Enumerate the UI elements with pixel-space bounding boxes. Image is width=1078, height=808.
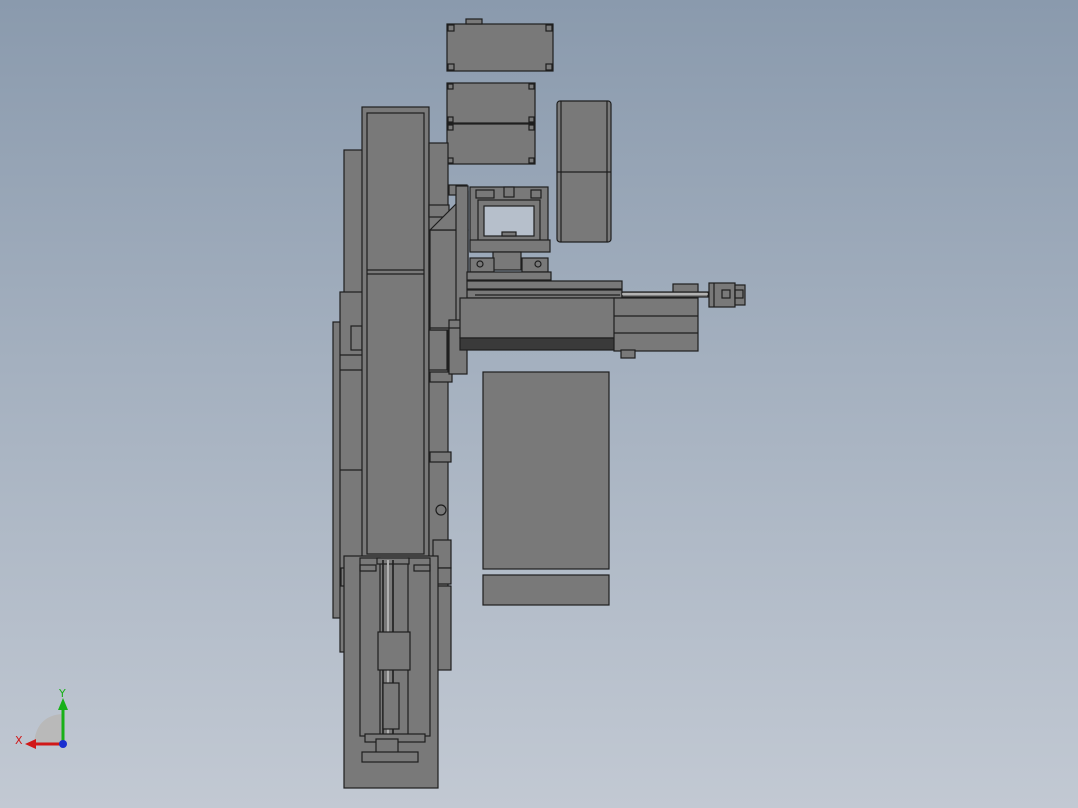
x-axis-arrowhead	[25, 739, 36, 749]
top-box-large[interactable]	[446, 18, 554, 72]
right-cabinet[interactable]	[556, 100, 612, 243]
horizontal-slide[interactable]	[459, 271, 709, 359]
top-box-lower[interactable]	[446, 123, 536, 165]
lower-panel-small[interactable]	[482, 574, 610, 606]
y-axis-label: Y	[58, 687, 66, 700]
cad-graphics-viewport[interactable]: Y X	[0, 0, 1078, 808]
slide-motor[interactable]	[708, 282, 746, 308]
bottom-base[interactable]	[343, 555, 439, 789]
top-box-middle[interactable]	[446, 82, 536, 124]
x-axis-label: X	[15, 734, 23, 747]
triad-plane-shading	[34, 714, 62, 744]
z-axis-dot	[59, 740, 67, 748]
orientation-triad: Y X	[15, 687, 68, 749]
main-vertical-column[interactable]	[361, 106, 430, 560]
head-frame[interactable]	[469, 186, 551, 273]
lower-panel-large[interactable]	[482, 371, 610, 570]
machine-assembly-model[interactable]	[0, 0, 1078, 808]
